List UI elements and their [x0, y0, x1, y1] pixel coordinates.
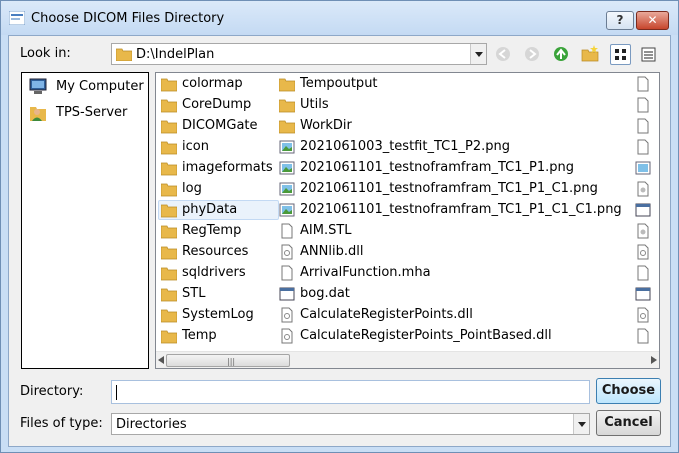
- folder-icon: [279, 120, 295, 134]
- dll-icon: [281, 307, 293, 323]
- text-caret: [116, 385, 117, 400]
- back-icon[interactable]: [493, 44, 513, 64]
- files-of-type-label: Files of type:: [20, 416, 103, 431]
- file-icon: [637, 328, 649, 344]
- grid-view-icon: [615, 49, 626, 60]
- horizontal-scrollbar[interactable]: |||: [156, 351, 659, 368]
- directory-label: Directory:: [20, 384, 84, 399]
- parent-directory-icon[interactable]: [551, 44, 571, 64]
- directory-input[interactable]: [111, 380, 590, 404]
- file-icon: [637, 76, 649, 92]
- dialog-window: Choose DICOM Files Directory ? ✕ Look in…: [0, 0, 679, 453]
- window-title: Choose DICOM Files Directory: [31, 11, 225, 26]
- image-icon: [279, 182, 295, 196]
- folder-icon: [161, 183, 177, 197]
- folder-icon: [161, 141, 177, 155]
- close-button[interactable]: ✕: [636, 11, 669, 30]
- settings-file-icon: [637, 181, 649, 197]
- sidebar-places: My Computer TPS-Server: [21, 72, 149, 369]
- dll-icon: [281, 328, 293, 344]
- folder-icon: [279, 99, 295, 113]
- files-of-type-combo[interactable]: Directories: [111, 413, 590, 435]
- files-of-type-dropdown-button[interactable]: [573, 414, 589, 434]
- folder-icon: [161, 204, 177, 218]
- image-icon: [279, 161, 295, 175]
- dll-icon: [637, 244, 649, 260]
- file-icon: [637, 97, 649, 113]
- chevron-down-icon: [578, 422, 586, 427]
- dll-icon: [281, 244, 293, 260]
- detail-view-button[interactable]: [638, 44, 659, 65]
- look-in-label: Look in:: [20, 46, 71, 61]
- title-bar[interactable]: Choose DICOM Files Directory ? ✕: [1, 1, 678, 35]
- scrollbar-thumb[interactable]: |||: [166, 354, 290, 367]
- scroll-left-icon[interactable]: [158, 356, 164, 364]
- file-list[interactable]: colormap CoreDump DICOMGate icon imagefo…: [155, 72, 660, 369]
- look-in-value: D:\IndelPlan: [136, 47, 215, 62]
- file-icon: [281, 265, 293, 281]
- image-icon: [279, 203, 295, 217]
- file-icon: [637, 118, 649, 134]
- folder-icon: [161, 78, 177, 92]
- folder-icon: [161, 162, 177, 176]
- grip-icon: |||: [227, 357, 236, 366]
- image-icon: [279, 140, 295, 154]
- scroll-right-icon[interactable]: [651, 356, 657, 364]
- dat-icon: [635, 203, 651, 217]
- folder-icon: [161, 309, 177, 323]
- dat-icon: [635, 287, 651, 301]
- file-icon: [281, 223, 293, 239]
- computer-icon: [29, 78, 47, 94]
- look-in-dropdown-button[interactable]: [470, 44, 486, 64]
- new-folder-icon[interactable]: [580, 44, 600, 64]
- dialog-body: Look in: D:\IndelPlan My Computer TPS-Se…: [8, 35, 671, 447]
- files-of-type-value: Directories: [116, 417, 187, 432]
- detail-view-icon: [641, 47, 656, 62]
- settings-file-icon: [637, 223, 649, 239]
- folder-icon: [161, 267, 177, 281]
- dll-icon: [637, 307, 649, 323]
- app-icon: [9, 11, 25, 25]
- chevron-down-icon: [475, 52, 483, 57]
- sidebar-item-tps-server[interactable]: TPS-Server: [28, 103, 127, 123]
- dat-icon: [279, 287, 295, 301]
- cancel-button[interactable]: Cancel: [596, 410, 661, 436]
- sidebar-item-label: TPS-Server: [56, 105, 128, 120]
- user-icon: [30, 107, 46, 121]
- file-icon: [637, 139, 649, 155]
- choose-button[interactable]: Choose: [596, 378, 661, 404]
- folder-icon: [161, 99, 177, 113]
- sidebar-item-my-computer[interactable]: My Computer: [28, 77, 144, 97]
- folder-icon: [161, 120, 177, 134]
- sidebar-item-label: My Computer: [56, 79, 144, 94]
- folder-icon: [161, 288, 177, 302]
- folder-icon: [161, 330, 177, 344]
- file-icon: [637, 265, 649, 281]
- help-button[interactable]: ?: [606, 11, 634, 30]
- image-icon: [635, 161, 651, 175]
- folder-icon: [161, 225, 177, 239]
- forward-icon[interactable]: [522, 44, 542, 64]
- look-in-combo[interactable]: D:\IndelPlan: [111, 43, 487, 65]
- folder-icon: [279, 78, 295, 92]
- folder-icon: [116, 48, 132, 61]
- list-view-button[interactable]: [610, 44, 631, 65]
- folder-icon: [161, 246, 177, 260]
